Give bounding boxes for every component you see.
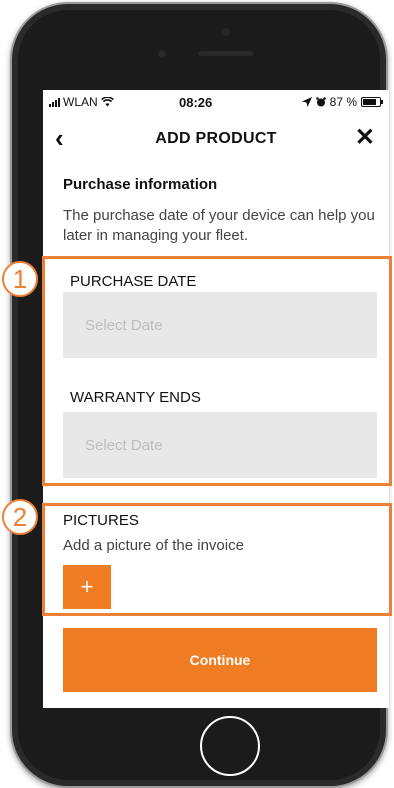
carrier-label: WLAN (63, 95, 98, 109)
purchase-info-title: Purchase information (63, 176, 218, 193)
purchase-info-description: The purchase date of your device can hel… (63, 207, 375, 244)
annotation-box-2 (42, 503, 392, 616)
status-right: 87 % (301, 95, 383, 109)
close-icon[interactable]: ✕ (355, 124, 375, 152)
status-time: 08:26 (179, 95, 213, 110)
annotation-number-1: 1 (2, 261, 38, 297)
continue-button[interactable]: Continue (63, 628, 377, 692)
wifi-icon (100, 97, 114, 107)
battery-percent: 87 % (329, 95, 357, 109)
earpiece-speaker (197, 50, 255, 57)
location-arrow-icon (301, 97, 312, 107)
alarm-icon (315, 97, 326, 107)
status-bar: WLAN 08:26 87 % (43, 90, 389, 114)
nav-bar: ‹ ADD PRODUCT ✕ (43, 118, 389, 162)
status-left: WLAN (49, 95, 114, 109)
front-camera (157, 49, 167, 59)
proximity-sensor (222, 28, 230, 36)
home-button[interactable] (200, 716, 260, 776)
annotation-number-2: 2 (2, 499, 38, 535)
page-title: ADD PRODUCT (155, 130, 277, 147)
signal-icon (49, 97, 60, 107)
battery-icon (361, 97, 383, 107)
annotation-box-1 (42, 256, 392, 486)
